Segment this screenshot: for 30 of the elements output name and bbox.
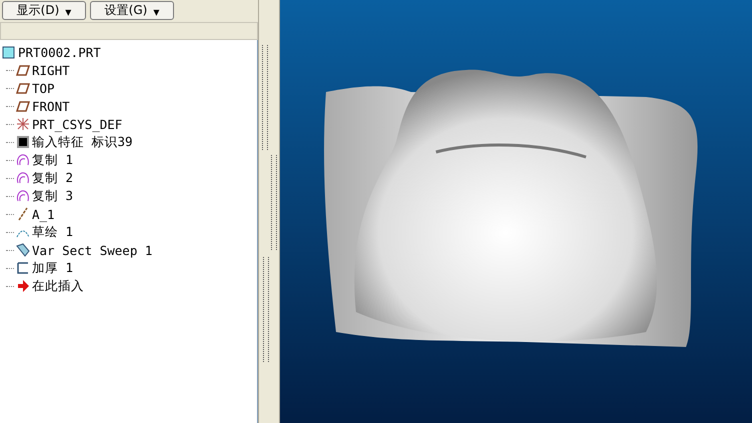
axis-icon: [16, 207, 30, 221]
surface-copy-icon: [16, 189, 30, 203]
surface-copy-icon: [16, 153, 30, 167]
cube-icon: [2, 45, 16, 59]
tree-item[interactable]: PRT0002.PRT: [18, 44, 101, 60]
tree-item[interactable]: FRONT: [32, 98, 70, 114]
tree-item[interactable]: 输入特征 标识39: [32, 134, 133, 150]
tree-item[interactable]: Var Sect Sweep 1: [32, 242, 152, 258]
tree-item[interactable]: 复制 2: [32, 170, 74, 186]
thicken-icon: [16, 261, 30, 275]
tree-item[interactable]: TOP: [32, 80, 55, 96]
tree-item[interactable]: 草绘 1: [32, 224, 74, 240]
tree-item[interactable]: RIGHT: [32, 62, 70, 78]
plane-icon: [16, 63, 30, 77]
arrow-icon: [16, 279, 30, 293]
sweep-icon: [16, 243, 30, 257]
tree-item[interactable]: 复制 3: [32, 188, 74, 204]
tree-item[interactable]: 在此插入: [32, 278, 84, 294]
tree-item[interactable]: 加厚 1: [32, 260, 74, 276]
tree-item[interactable]: PRT_CSYS_DEF: [32, 116, 122, 132]
menu-button[interactable]: 设置(G) ▾: [90, 1, 174, 20]
tree-item[interactable]: A_1: [32, 206, 55, 222]
plane-icon: [16, 81, 30, 95]
plane-icon: [16, 99, 30, 113]
tree-item[interactable]: 复制 1: [32, 152, 74, 168]
coordinate-system-icon: [16, 117, 30, 131]
surface-copy-icon: [16, 171, 30, 185]
menu-button[interactable]: 显示(D) ▾: [2, 1, 86, 20]
splitter[interactable]: [258, 0, 280, 423]
solid-block-icon: [16, 135, 30, 149]
